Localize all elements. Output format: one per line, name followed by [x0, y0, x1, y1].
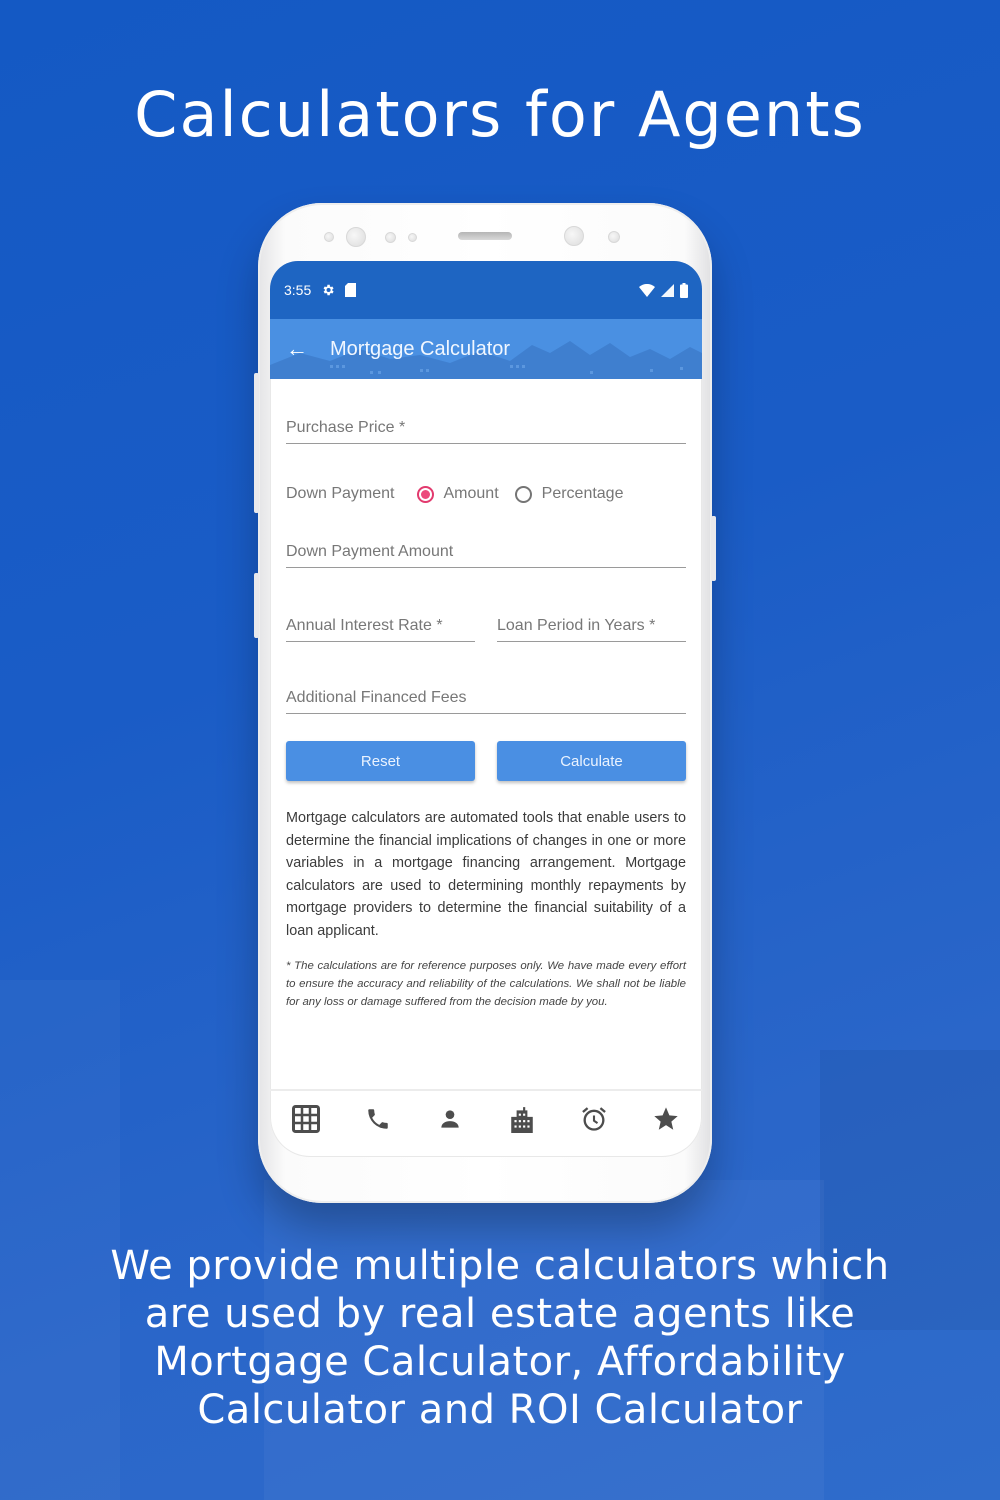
radio-amount-label[interactable]: Amount [444, 485, 499, 503]
radio-percentage-label[interactable]: Percentage [542, 485, 624, 503]
status-time: 3:55 [284, 282, 312, 298]
nav-profile[interactable] [430, 1103, 470, 1135]
alarm-clock-icon [582, 1107, 606, 1131]
phone-icon [368, 1109, 388, 1129]
volume-button [254, 373, 259, 513]
screen-title: Mortgage Calculator [330, 337, 511, 360]
down-payment-type-group: Down Payment Amount Percentage [286, 485, 623, 503]
battery-icon [680, 282, 688, 298]
annual-interest-rate-placeholder: Annual Interest Rate * [286, 617, 443, 634]
status-bar: 3:55 [270, 261, 702, 319]
additional-fees-placeholder: Additional Financed Fees [286, 689, 467, 706]
front-camera [564, 226, 584, 246]
nav-reminders[interactable] [574, 1103, 614, 1135]
nav-properties[interactable] [502, 1103, 542, 1135]
grid-icon [292, 1105, 320, 1133]
earpiece-speaker [458, 232, 512, 240]
person-icon [441, 1110, 459, 1128]
arrow-left-icon[interactable]: ← [286, 336, 312, 362]
nav-favorites[interactable] [646, 1103, 686, 1135]
phone-screen: 3:55 ← Mortgage Calculator Purchase Pric… [270, 261, 702, 1157]
down-payment-amount-input[interactable]: Down Payment Amount [286, 543, 686, 568]
radio-percentage[interactable] [514, 485, 532, 503]
purchase-price-placeholder: Purchase Price * [286, 419, 406, 436]
app-bar: ← Mortgage Calculator [270, 319, 702, 379]
wifi-icon [639, 283, 655, 297]
gear-icon [323, 284, 334, 296]
disclaimer-text: * The calculations are for reference pur… [286, 960, 686, 1008]
nav-calculators[interactable] [286, 1103, 326, 1135]
down-payment-amount-placeholder: Down Payment Amount [286, 543, 454, 560]
promo-caption: We provide multiple calculators which ar… [110, 1243, 890, 1433]
proximity-sensor [324, 232, 334, 242]
sensor-dot [408, 233, 417, 242]
bixby-button [254, 573, 259, 638]
signal-icon [661, 283, 674, 297]
power-button [711, 516, 716, 581]
description-text: Mortgage calculators are automated tools… [286, 810, 686, 939]
nav-contact[interactable] [358, 1103, 398, 1135]
sensor-dot [385, 232, 396, 243]
promo-headline: Calculators for Agents [134, 78, 866, 151]
calculate-button[interactable]: Calculate [497, 741, 686, 781]
loan-period-input[interactable]: Loan Period in Years * [497, 617, 686, 642]
sd-card-icon [345, 283, 357, 297]
radio-amount[interactable] [416, 485, 434, 503]
reset-button[interactable]: Reset [286, 741, 475, 781]
bottom-navigation [270, 1089, 702, 1157]
building-icon [511, 1107, 533, 1133]
down-payment-label: Down Payment [286, 485, 395, 502]
phone-mockup: 3:55 ← Mortgage Calculator Purchase Pric… [254, 203, 716, 1203]
loan-period-placeholder: Loan Period in Years * [497, 617, 656, 634]
additional-fees-input[interactable]: Additional Financed Fees [286, 689, 686, 714]
iris-camera [346, 227, 366, 247]
sensor-dot [608, 231, 620, 243]
star-icon [654, 1107, 678, 1130]
purchase-price-input[interactable]: Purchase Price * [286, 419, 686, 444]
annual-interest-rate-input[interactable]: Annual Interest Rate * [286, 617, 475, 642]
